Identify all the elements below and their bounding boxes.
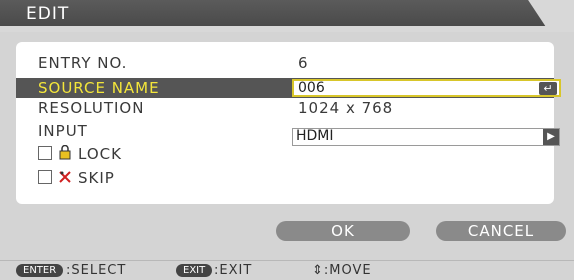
lock-checkbox[interactable] [38,146,52,160]
enter-key-badge: ENTER [16,264,64,277]
cancel-button[interactable]: CANCEL [436,221,566,241]
enter-icon[interactable]: ↵ [539,82,557,95]
input-select[interactable]: HDMI ▶ [292,128,560,146]
exit-hint: :EXIT [214,263,253,278]
window-title: EDIT [26,4,70,24]
resolution-value: 1024 x 768 [298,99,394,117]
move-hint: ⇕:MOVE [312,263,372,278]
input-label: INPUT [38,122,88,140]
exit-key-badge: EXIT [176,264,213,277]
entry-no-value: 6 [298,54,309,72]
form-area: ENTRY NO. 6 RESOLUTION 1024 x 768 INPUT … [16,42,554,204]
entry-no-label: ENTRY NO. [38,54,128,72]
resolution-label: RESOLUTION [38,99,145,117]
source-name-value: 006 [298,80,325,96]
title-tab [0,0,546,26]
skip-icon [58,169,72,188]
lock-label: LOCK [78,145,122,163]
enter-hint: :SELECT [66,263,127,278]
lock-icon [58,144,72,164]
skip-label: SKIP [78,169,115,187]
footer-hints: ENTER :SELECT EXIT :EXIT ⇕:MOVE [0,260,574,280]
dropdown-arrow-icon[interactable]: ▶ [543,129,559,145]
edit-panel: ENTRY NO. 6 RESOLUTION 1024 x 768 INPUT … [0,32,574,260]
source-name-label: SOURCE NAME [38,79,160,97]
input-value: HDMI [296,128,334,144]
skip-checkbox[interactable] [38,170,52,184]
ok-button[interactable]: OK [276,221,410,241]
title-bar: EDIT [0,0,574,33]
source-name-input[interactable]: 006 ↵ [292,79,561,97]
